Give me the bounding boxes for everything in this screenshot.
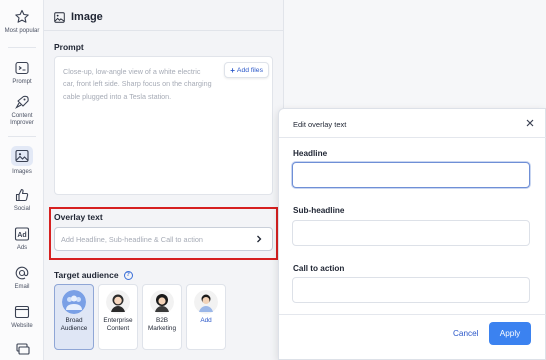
audience-card-add[interactable]: Add [186,284,226,350]
prompt-placeholder: Close-up, low-angle view of a white elec… [63,67,212,101]
edit-overlay-dialog: Edit overlay text Headline Sub-headline … [278,108,546,360]
divider [279,137,546,138]
subheadline-label: Sub-headline [293,206,345,215]
audience-name: Broad [65,317,83,324]
help-icon[interactable]: ? [123,270,133,280]
chevron-right-icon [257,235,262,243]
image-form-panel: Image Prompt Close-up, low-angle view of… [44,0,284,360]
prompt-icon [15,61,29,75]
sidebar-item-social[interactable]: Social [0,187,44,213]
sidebar-item-label: Website [11,323,33,329]
person-avatar [106,290,130,314]
page-title: Image [54,11,103,23]
target-audience-label: Target audience ? [54,270,133,280]
subheadline-input[interactable] [292,220,530,246]
cancel-button[interactable]: Cancel [453,329,479,338]
sidebar-item-images[interactable]: Images [0,146,44,176]
audience-name: B2B [155,317,169,324]
at-icon [15,266,29,280]
person-avatar [150,290,174,314]
image-icon [15,149,29,163]
sidebar-item-label: Images [12,169,32,175]
overlay-text-label: Overlay text [54,212,103,222]
rocket-icon [15,95,29,109]
overlay-text-placeholder: Add Headline, Sub-headline & Call to act… [61,235,203,244]
sidebar-item-email[interactable]: Email [0,265,44,291]
sidebar-item-most-popular[interactable]: Most popular [0,9,44,35]
add-files-button[interactable]: + Add files [224,62,269,78]
audience-card-enterprise[interactable]: Enterprise Content [98,284,138,350]
apply-button[interactable]: Apply [489,322,531,345]
sidebar-item-more[interactable] [0,342,44,358]
divider [8,136,36,137]
icon-rail: Most popular Prompt Content Improver Ima… [0,0,44,360]
divider [279,314,546,315]
browser-icon [14,305,30,319]
audience-card-b2b[interactable]: B2B Marketing [142,284,182,350]
group-avatar [62,290,86,314]
canvas-preview [284,0,546,108]
audience-name: Enterprise [103,317,133,324]
sidebar-item-label: Email [14,284,30,290]
plus-icon: + [230,65,235,75]
overlay-text-field[interactable]: Add Headline, Sub-headline & Call to act… [54,227,273,251]
add-files-label: Add files [236,66,263,74]
add-audience-label: Add [200,317,212,324]
star-icon [15,9,29,23]
divider [44,30,284,31]
audience-name: Content [106,325,130,332]
cta-input[interactable] [292,277,530,303]
target-audience-text: Target audience [54,270,119,280]
layers-icon [16,343,30,355]
sidebar-item-prompt[interactable]: Prompt [0,60,44,86]
image-icon [54,11,65,23]
sidebar-item-label: Social [13,206,31,212]
sidebar-item-label: Content Improver [10,113,34,126]
svg-text:Ad: Ad [17,232,26,239]
audience-card-broad[interactable]: Broad Audience [54,284,94,350]
ad-icon: Ad [14,227,30,241]
audience-name: Marketing [147,325,177,332]
sidebar-item-content-improver[interactable]: Content Improver [0,94,44,127]
sidebar-item-website[interactable]: Website [0,304,44,330]
sidebar-item-label: Prompt [12,79,32,85]
close-icon[interactable] [525,118,535,128]
person-avatar [194,290,218,314]
headline-input[interactable] [292,162,530,188]
dialog-title: Edit overlay text [293,120,347,129]
sidebar-item-label: Most popular [4,28,40,34]
prompt-label: Prompt [54,42,84,52]
audience-name: Audience [60,325,88,332]
divider [8,47,36,48]
page-title-text: Image [71,11,103,23]
thumbs-up-icon [15,188,29,202]
sidebar-item-label: Ads [16,245,28,251]
prompt-textarea[interactable]: Close-up, low-angle view of a white elec… [54,56,273,195]
sidebar-item-ads[interactable]: Ad Ads [0,226,44,252]
cta-label: Call to action [293,264,345,273]
headline-label: Headline [293,149,328,158]
